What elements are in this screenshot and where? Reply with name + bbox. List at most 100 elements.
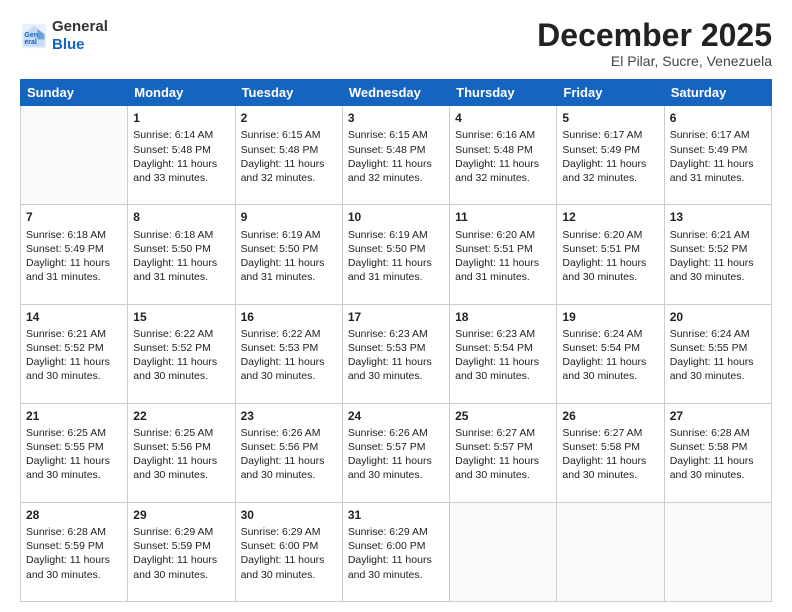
day-number: 14: [26, 309, 122, 325]
calendar-week-row: 21Sunrise: 6:25 AMSunset: 5:55 PMDayligh…: [21, 403, 772, 502]
day-info: Sunset: 5:48 PM: [455, 143, 551, 157]
weekday-header: Sunday: [21, 80, 128, 106]
logo-blue: Blue: [52, 36, 108, 54]
day-info: Sunrise: 6:27 AM: [455, 426, 551, 440]
day-info: Daylight: 11 hours and 30 minutes.: [241, 553, 337, 581]
day-number: 15: [133, 309, 229, 325]
day-info: Daylight: 11 hours and 31 minutes.: [670, 157, 766, 185]
month-title: December 2025: [537, 18, 772, 53]
calendar-cell: 25Sunrise: 6:27 AMSunset: 5:57 PMDayligh…: [450, 403, 557, 502]
day-number: 17: [348, 309, 444, 325]
day-info: Daylight: 11 hours and 33 minutes.: [133, 157, 229, 185]
day-info: Sunrise: 6:16 AM: [455, 128, 551, 142]
day-number: 12: [562, 209, 658, 225]
day-info: Daylight: 11 hours and 30 minutes.: [26, 553, 122, 581]
title-block: December 2025 El Pilar, Sucre, Venezuela: [537, 18, 772, 69]
day-info: Sunrise: 6:22 AM: [133, 327, 229, 341]
day-info: Daylight: 11 hours and 30 minutes.: [670, 454, 766, 482]
weekday-header: Friday: [557, 80, 664, 106]
day-info: Sunset: 5:53 PM: [241, 341, 337, 355]
calendar-cell: 28Sunrise: 6:28 AMSunset: 5:59 PMDayligh…: [21, 502, 128, 601]
weekday-header: Thursday: [450, 80, 557, 106]
day-info: Sunset: 5:51 PM: [562, 242, 658, 256]
calendar-cell: 1Sunrise: 6:14 AMSunset: 5:48 PMDaylight…: [128, 106, 235, 205]
day-info: Daylight: 11 hours and 30 minutes.: [26, 454, 122, 482]
calendar-cell: 31Sunrise: 6:29 AMSunset: 6:00 PMDayligh…: [342, 502, 449, 601]
day-info: Sunset: 5:52 PM: [670, 242, 766, 256]
day-info: Sunrise: 6:25 AM: [26, 426, 122, 440]
weekday-header: Tuesday: [235, 80, 342, 106]
day-info: Sunset: 6:00 PM: [348, 539, 444, 553]
day-info: Daylight: 11 hours and 32 minutes.: [241, 157, 337, 185]
day-number: 8: [133, 209, 229, 225]
day-info: Sunset: 5:48 PM: [133, 143, 229, 157]
calendar-cell: 8Sunrise: 6:18 AMSunset: 5:50 PMDaylight…: [128, 205, 235, 304]
day-info: Sunrise: 6:23 AM: [455, 327, 551, 341]
day-info: Sunrise: 6:24 AM: [562, 327, 658, 341]
calendar-cell: [664, 502, 771, 601]
day-info: Sunset: 5:49 PM: [562, 143, 658, 157]
day-info: Daylight: 11 hours and 30 minutes.: [455, 355, 551, 383]
day-info: Daylight: 11 hours and 30 minutes.: [241, 454, 337, 482]
day-number: 28: [26, 507, 122, 523]
calendar-cell: 18Sunrise: 6:23 AMSunset: 5:54 PMDayligh…: [450, 304, 557, 403]
day-info: Sunset: 5:51 PM: [455, 242, 551, 256]
calendar-cell: 3Sunrise: 6:15 AMSunset: 5:48 PMDaylight…: [342, 106, 449, 205]
weekday-header: Monday: [128, 80, 235, 106]
day-info: Sunrise: 6:19 AM: [348, 228, 444, 242]
calendar-week-row: 28Sunrise: 6:28 AMSunset: 5:59 PMDayligh…: [21, 502, 772, 601]
day-info: Sunset: 5:59 PM: [26, 539, 122, 553]
day-info: Sunrise: 6:15 AM: [348, 128, 444, 142]
day-number: 7: [26, 209, 122, 225]
day-info: Sunset: 5:57 PM: [348, 440, 444, 454]
day-info: Daylight: 11 hours and 30 minutes.: [26, 355, 122, 383]
calendar-cell: [21, 106, 128, 205]
day-info: Sunrise: 6:23 AM: [348, 327, 444, 341]
day-info: Sunset: 5:48 PM: [241, 143, 337, 157]
calendar-cell: 14Sunrise: 6:21 AMSunset: 5:52 PMDayligh…: [21, 304, 128, 403]
location: El Pilar, Sucre, Venezuela: [537, 53, 772, 69]
day-info: Sunset: 5:50 PM: [133, 242, 229, 256]
day-number: 4: [455, 110, 551, 126]
calendar-cell: 22Sunrise: 6:25 AMSunset: 5:56 PMDayligh…: [128, 403, 235, 502]
day-info: Daylight: 11 hours and 32 minutes.: [348, 157, 444, 185]
calendar-week-row: 7Sunrise: 6:18 AMSunset: 5:49 PMDaylight…: [21, 205, 772, 304]
day-info: Daylight: 11 hours and 31 minutes.: [241, 256, 337, 284]
day-info: Daylight: 11 hours and 31 minutes.: [26, 256, 122, 284]
day-info: Sunrise: 6:17 AM: [670, 128, 766, 142]
day-info: Sunset: 5:56 PM: [133, 440, 229, 454]
calendar-cell: 7Sunrise: 6:18 AMSunset: 5:49 PMDaylight…: [21, 205, 128, 304]
day-info: Daylight: 11 hours and 30 minutes.: [562, 256, 658, 284]
calendar-cell: 5Sunrise: 6:17 AMSunset: 5:49 PMDaylight…: [557, 106, 664, 205]
page: Gen eral General Blue December 2025 El P…: [0, 0, 792, 612]
calendar-cell: 19Sunrise: 6:24 AMSunset: 5:54 PMDayligh…: [557, 304, 664, 403]
header: Gen eral General Blue December 2025 El P…: [20, 18, 772, 69]
day-info: Sunset: 5:56 PM: [241, 440, 337, 454]
day-info: Sunset: 5:53 PM: [348, 341, 444, 355]
calendar-cell: 29Sunrise: 6:29 AMSunset: 5:59 PMDayligh…: [128, 502, 235, 601]
calendar-table: SundayMondayTuesdayWednesdayThursdayFrid…: [20, 79, 772, 602]
day-number: 29: [133, 507, 229, 523]
day-info: Daylight: 11 hours and 30 minutes.: [133, 553, 229, 581]
day-number: 20: [670, 309, 766, 325]
day-number: 2: [241, 110, 337, 126]
day-info: Daylight: 11 hours and 30 minutes.: [455, 454, 551, 482]
day-info: Daylight: 11 hours and 30 minutes.: [133, 454, 229, 482]
calendar-cell: 30Sunrise: 6:29 AMSunset: 6:00 PMDayligh…: [235, 502, 342, 601]
day-info: Sunrise: 6:26 AM: [241, 426, 337, 440]
day-info: Sunset: 5:54 PM: [562, 341, 658, 355]
day-info: Sunrise: 6:14 AM: [133, 128, 229, 142]
svg-text:Gen: Gen: [24, 32, 38, 39]
calendar-cell: 12Sunrise: 6:20 AMSunset: 5:51 PMDayligh…: [557, 205, 664, 304]
day-number: 9: [241, 209, 337, 225]
day-info: Sunrise: 6:28 AM: [670, 426, 766, 440]
day-info: Daylight: 11 hours and 32 minutes.: [455, 157, 551, 185]
day-info: Daylight: 11 hours and 31 minutes.: [133, 256, 229, 284]
day-info: Sunrise: 6:19 AM: [241, 228, 337, 242]
calendar-cell: [557, 502, 664, 601]
day-info: Sunrise: 6:20 AM: [455, 228, 551, 242]
day-info: Sunrise: 6:25 AM: [133, 426, 229, 440]
day-info: Sunset: 5:50 PM: [241, 242, 337, 256]
day-number: 11: [455, 209, 551, 225]
calendar-cell: 26Sunrise: 6:27 AMSunset: 5:58 PMDayligh…: [557, 403, 664, 502]
